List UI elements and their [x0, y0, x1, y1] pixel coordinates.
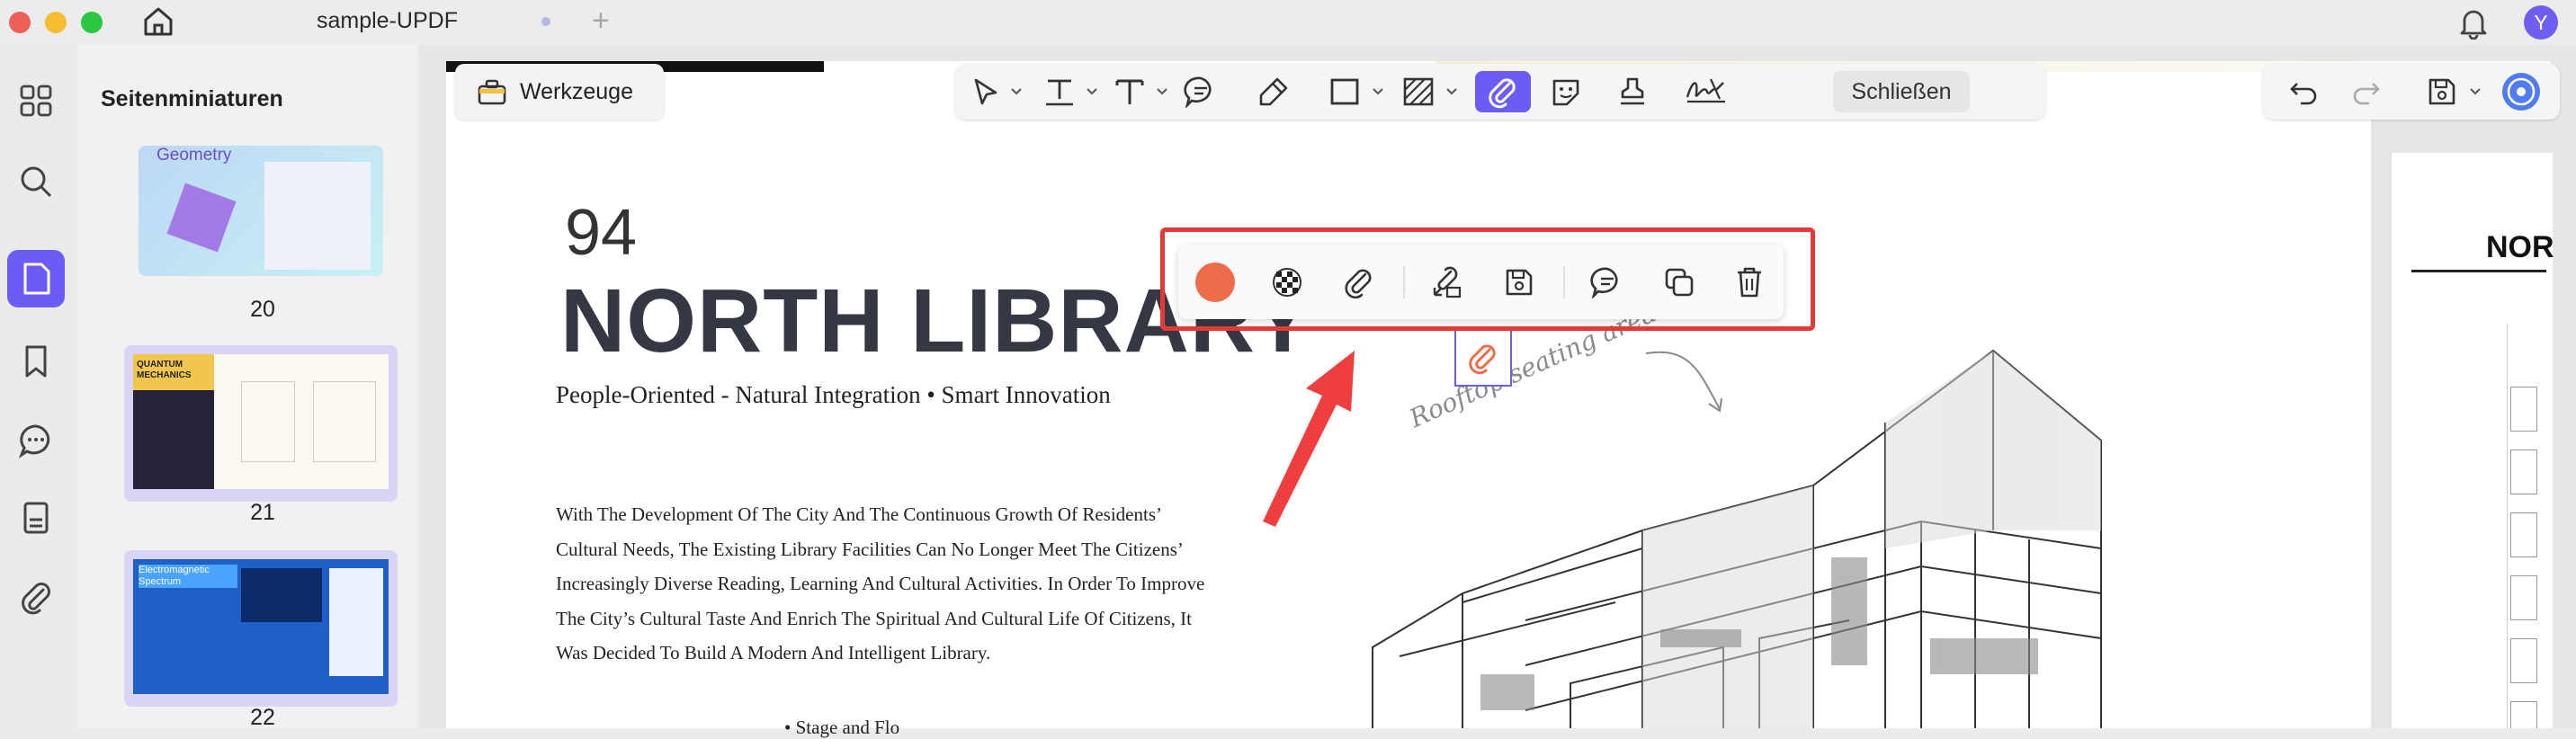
bookmark-icon[interactable]	[7, 333, 65, 390]
attachment-popup-toolbar	[1178, 245, 1784, 319]
user-avatar[interactable]: Y	[2524, 5, 2558, 40]
body-line: With The Development Of The City And The…	[556, 503, 1162, 525]
thumbnail-page-22[interactable]: Electromagnetic Spectrum	[124, 550, 398, 707]
thumbnail-title: Electromagnetic Spectrum	[139, 565, 237, 588]
redo-icon[interactable]	[2346, 71, 2387, 112]
thumbnail-art	[166, 183, 237, 253]
left-rail	[0, 45, 76, 728]
home-icon[interactable]	[140, 4, 176, 40]
body-line: The City’s Cultural Taste And Enrich The…	[556, 607, 1192, 629]
comment-icon[interactable]	[1587, 262, 1628, 303]
chevron-down-icon[interactable]	[2466, 71, 2484, 112]
comments-icon[interactable]	[7, 412, 65, 469]
document-subtitle: People-Oriented - Natural Integration • …	[556, 381, 1111, 408]
curved-arrow-icon	[1645, 351, 1722, 413]
document-tab-title[interactable]: sample-UPDF	[317, 8, 458, 34]
paperclip-icon[interactable]	[1338, 262, 1380, 303]
bullet-text: Stage and Flo	[795, 717, 900, 738]
tools-button[interactable]: Werkzeuge	[455, 64, 664, 120]
annotation-toolbar: Schließen	[955, 64, 2045, 120]
tab-modified-indicator	[541, 17, 550, 26]
sticker-icon[interactable]	[1545, 71, 1587, 112]
duplicate-icon[interactable]	[1659, 262, 1700, 303]
body-line: Increasingly Diverse Reading, Learning A…	[556, 573, 1205, 594]
page-number-20: 20	[250, 297, 275, 322]
title-bar: sample-UPDF + Y	[0, 0, 2576, 45]
attach-file-tool-icon[interactable]	[1475, 71, 1531, 112]
rectangle-shape-icon[interactable]	[1324, 71, 1365, 112]
attachment-icon[interactable]	[7, 568, 65, 626]
highlighter-icon[interactable]	[1252, 71, 1293, 112]
chevron-down-icon[interactable]	[1083, 71, 1101, 112]
new-tab-button[interactable]: +	[592, 4, 610, 39]
undo-icon[interactable]	[2283, 71, 2324, 112]
save-attachment-icon[interactable]	[1498, 262, 1540, 303]
table-cell	[2510, 638, 2537, 683]
page-number-label: 94	[565, 197, 638, 269]
chevron-down-icon[interactable]	[1007, 71, 1025, 112]
page-number-22: 22	[250, 705, 275, 730]
panel-title: Seitenminiaturen	[101, 86, 283, 111]
thumbnails-icon[interactable]	[7, 250, 65, 307]
color-picker-button[interactable]	[1194, 262, 1236, 303]
table-cell	[2510, 512, 2537, 557]
save-icon[interactable]	[2421, 71, 2463, 112]
separator	[1563, 266, 1565, 298]
title-rule	[2411, 270, 2546, 272]
red-arrow-icon	[1263, 351, 1355, 527]
stamp-icon[interactable]	[1612, 71, 1653, 112]
separator	[1403, 266, 1405, 298]
attachment-marker[interactable]	[1454, 329, 1512, 387]
thumbnail-title: Geometry	[157, 146, 232, 165]
delete-icon[interactable]	[1729, 262, 1770, 303]
table-cell	[2510, 701, 2537, 728]
chevron-down-icon[interactable]	[1369, 71, 1387, 112]
table-cell	[2510, 450, 2537, 494]
zoom-window-button[interactable]	[81, 12, 103, 33]
select-cursor-icon[interactable]	[968, 71, 1004, 112]
thumbnails-panel: Seitenminiaturen Geometry 20 QUANTUM MEC…	[77, 45, 417, 730]
chevron-down-icon[interactable]	[1443, 71, 1461, 112]
toolbox-icon	[478, 79, 506, 105]
area-hatch-icon[interactable]	[1398, 71, 1439, 112]
grid-view-icon[interactable]	[7, 72, 65, 129]
thumbnail-page-20[interactable]: Geometry	[139, 146, 383, 276]
text-underline-icon[interactable]	[1040, 71, 1079, 112]
comment-bubble-icon[interactable]	[1180, 71, 1221, 112]
body-line: Was Decided To Build A Modern And Intell…	[556, 642, 991, 663]
bell-icon[interactable]	[2457, 5, 2490, 40]
thumbnail-art	[264, 162, 371, 270]
signature-icon[interactable]	[1682, 71, 1731, 112]
ai-assistant-icon[interactable]	[2499, 71, 2544, 112]
table-cell	[2510, 387, 2537, 432]
close-window-button[interactable]	[9, 12, 31, 33]
close-annotation-button[interactable]: Schließen	[1833, 71, 1970, 112]
right-toolbar	[2263, 64, 2560, 120]
search-icon[interactable]	[7, 153, 65, 210]
minimize-window-button[interactable]	[45, 12, 67, 33]
right-page-title: NOR	[2486, 230, 2554, 264]
thumbnail-page-21[interactable]: QUANTUM MECHANICS	[124, 345, 398, 502]
text-box-icon[interactable]	[1110, 71, 1149, 112]
replace-attachment-icon[interactable]	[1427, 262, 1468, 303]
document-body: With The Development Of The City And The…	[556, 497, 1257, 671]
page-number-21: 21	[250, 500, 275, 525]
body-line: Cultural Needs, The Existing Library Fac…	[556, 538, 1184, 560]
tools-label: Werkzeuge	[520, 78, 633, 104]
table-cell	[2510, 575, 2537, 620]
opacity-icon[interactable]	[1266, 262, 1308, 303]
document-icon[interactable]	[7, 489, 65, 547]
chevron-down-icon[interactable]	[1153, 71, 1171, 112]
thumbnail-title: QUANTUM MECHANICS	[137, 360, 192, 380]
